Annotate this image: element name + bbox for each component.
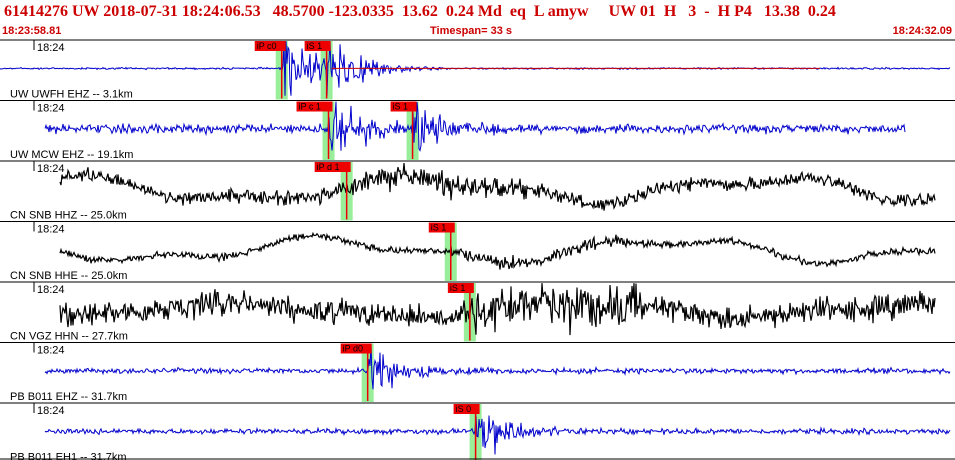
seismogram-panel[interactable]: 18:24 iP c0 iS 1 UW UWFH EHZ -- 3.1km 18:24 i… bbox=[0, 0, 955, 460]
waveform[interactable] bbox=[44, 415, 951, 455]
pick-label: iP c 1 bbox=[299, 102, 321, 112]
pick-label: iS 0 bbox=[456, 404, 472, 414]
waveform[interactable] bbox=[59, 283, 936, 336]
pick-label: iP c0 bbox=[257, 41, 277, 51]
pick-label: iS 1 bbox=[431, 223, 447, 233]
pick-label: iS 1 bbox=[393, 102, 409, 112]
time-tick-label: 18:24 bbox=[37, 284, 65, 296]
time-tick-label: 18:24 bbox=[37, 345, 65, 357]
station-channel-label: CN SNB HHE -- 25.0km bbox=[10, 270, 127, 282]
pick-label: iS 1 bbox=[307, 41, 323, 51]
time-tick-label: 18:24 bbox=[37, 163, 65, 175]
trace-row[interactable]: 18:24 iP c0 iS 1 UW UWFH EHZ -- 3.1km bbox=[0, 39, 955, 101]
trace-row[interactable]: 18:24 iP d0 PB B011 EHZ -- 31.7km bbox=[0, 342, 955, 404]
trace-row[interactable]: 18:24 iS 0PB B011 EH1 -- 31.7km bbox=[0, 402, 955, 460]
time-tick-label: 18:24 bbox=[37, 405, 65, 417]
pick-label: iP d0 bbox=[343, 344, 363, 354]
waveform[interactable] bbox=[44, 343, 951, 390]
trace-row[interactable]: 18:24 iP d 1 CN SNB HHZ -- 25.0km bbox=[0, 160, 955, 222]
pick-label: iP d 1 bbox=[317, 162, 340, 172]
waveform[interactable] bbox=[59, 231, 936, 270]
time-tick-label: 18:24 bbox=[37, 224, 65, 236]
station-channel-label: UW UWFH EHZ -- 3.1km bbox=[10, 89, 133, 101]
station-channel-label: UW MCW EHZ -- 19.1km bbox=[10, 149, 133, 161]
waveform[interactable] bbox=[44, 101, 906, 152]
trace-row[interactable]: 18:24 iP c 1 iS 1 UW MCW EHZ -- 19.1km bbox=[0, 100, 955, 162]
time-tick-label: 18:24 bbox=[37, 103, 65, 115]
station-channel-label: PB B011 EHZ -- 31.7km bbox=[10, 391, 127, 403]
pick-label: iS 1 bbox=[450, 283, 466, 293]
waveform[interactable] bbox=[59, 162, 936, 211]
time-tick-label: 18:24 bbox=[37, 42, 65, 54]
station-channel-label: CN VGZ HHN -- 27.7km bbox=[10, 331, 128, 343]
station-channel-label: CN SNB HHZ -- 25.0km bbox=[10, 210, 127, 222]
trace-row[interactable]: 18:24 iS 1 CN VGZ HHN -- 27.7km bbox=[0, 281, 955, 343]
trace-row[interactable]: 18:24 iS 1 CN SNB HHE -- 25.0km bbox=[0, 221, 955, 283]
phase-pick[interactable]: iP c0 bbox=[254, 41, 286, 99]
